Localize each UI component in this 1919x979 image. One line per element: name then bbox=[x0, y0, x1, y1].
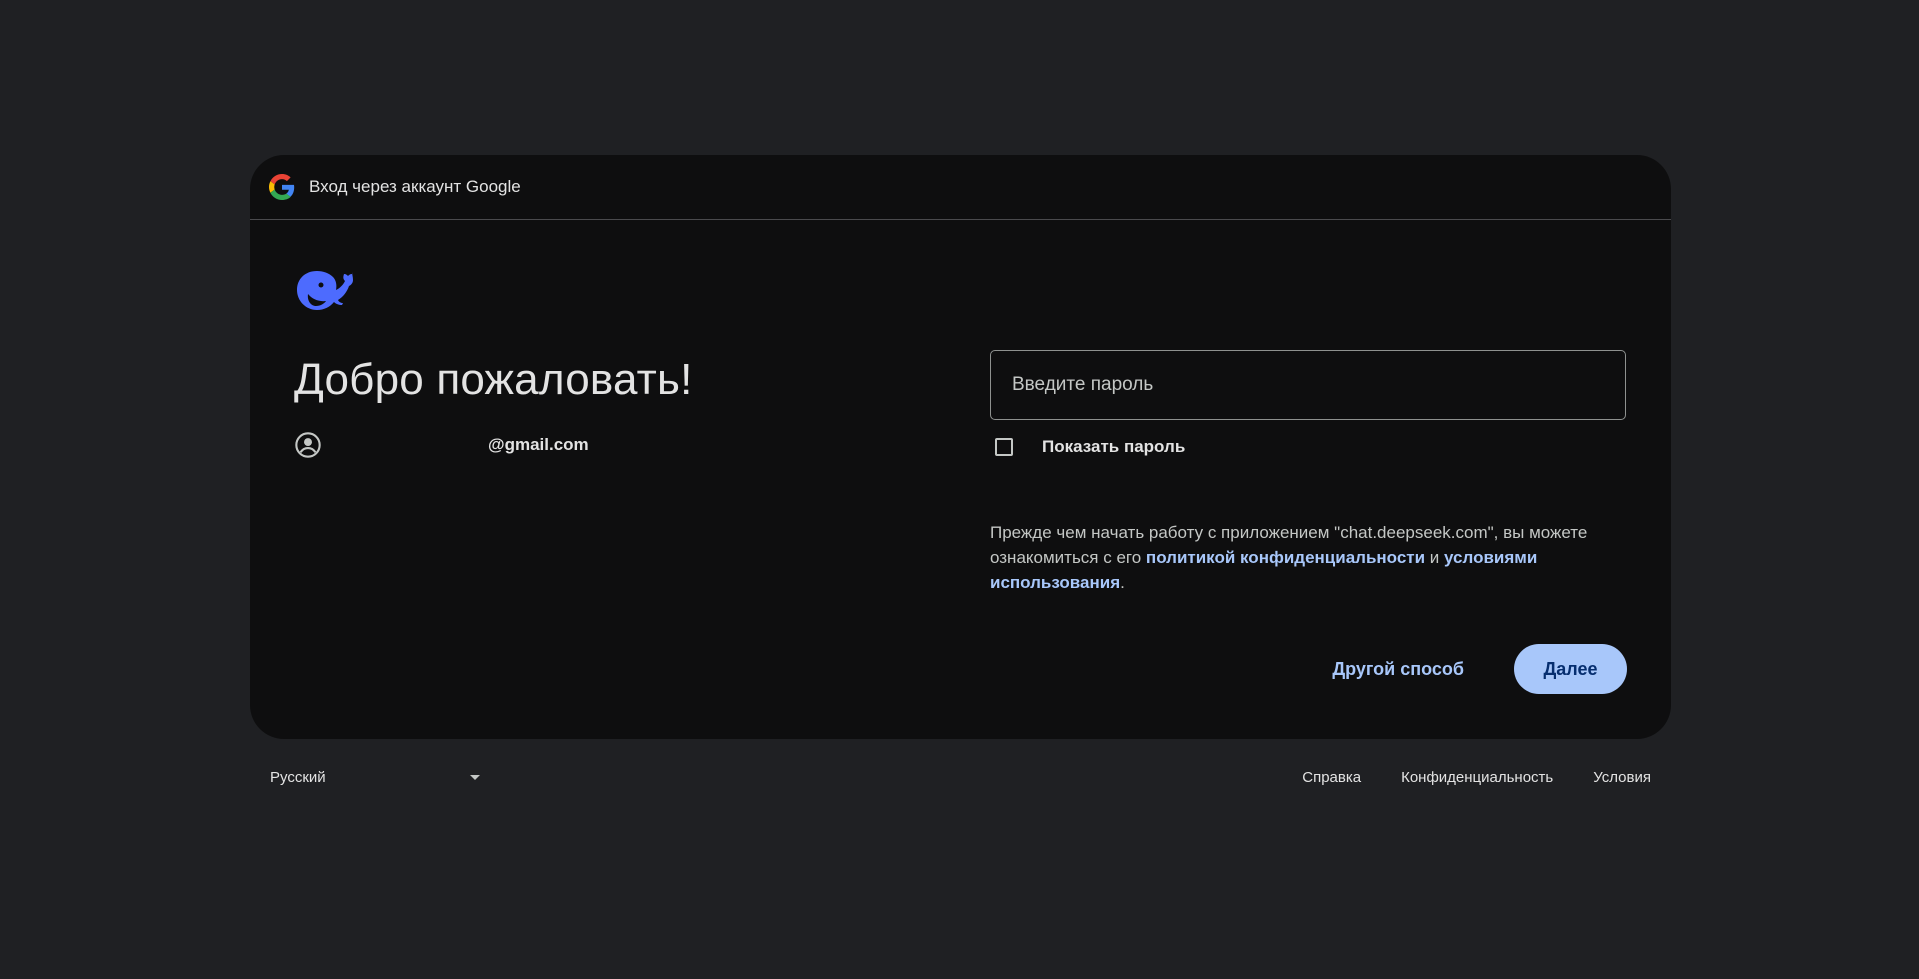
account-circle-icon bbox=[295, 432, 321, 458]
signin-card: Вход через аккаунт Google Добро пожалова… bbox=[250, 155, 1671, 739]
password-input[interactable] bbox=[1010, 373, 1606, 397]
header-title: Вход через аккаунт Google bbox=[309, 177, 521, 196]
caret-down-icon bbox=[470, 775, 480, 780]
consent-conjunction: и bbox=[1425, 548, 1445, 567]
language-select[interactable]: Русский bbox=[270, 769, 480, 786]
welcome-heading: Добро пожаловать! bbox=[294, 355, 693, 404]
footer: Русский Справка Конфиденциальность Услов… bbox=[250, 765, 1671, 791]
deepseek-whale-icon bbox=[297, 271, 353, 310]
consent-suffix: . bbox=[1120, 573, 1125, 592]
footer-link-terms[interactable]: Условия bbox=[1593, 769, 1651, 786]
next-button[interactable]: Далее bbox=[1514, 644, 1627, 694]
account-email: @gmail.com bbox=[488, 435, 589, 454]
show-password-row[interactable]: Показать пароль bbox=[990, 434, 1626, 460]
footer-link-help[interactable]: Справка bbox=[1302, 769, 1361, 786]
consent-text: Прежде чем начать работу с приложением "… bbox=[990, 520, 1626, 595]
show-password-checkbox[interactable] bbox=[995, 438, 1013, 456]
language-label: Русский bbox=[270, 769, 326, 786]
show-password-label[interactable]: Показать пароль bbox=[1042, 437, 1185, 457]
card-header: Вход через аккаунт Google bbox=[250, 155, 1671, 220]
footer-link-privacy[interactable]: Конфиденциальность bbox=[1401, 769, 1553, 786]
password-field[interactable] bbox=[990, 350, 1626, 420]
welcome-section: Добро пожаловать! @gmail.com bbox=[294, 268, 934, 459]
google-g-icon bbox=[269, 174, 295, 200]
privacy-policy-link[interactable]: политикой конфиденциальности bbox=[1146, 548, 1425, 567]
password-section: Показать пароль Прежде чем начать работу… bbox=[990, 350, 1626, 595]
footer-links: Справка Конфиденциальность Условия bbox=[1262, 769, 1651, 786]
actions-row: Другой способ Далее bbox=[1316, 644, 1627, 694]
other-way-button[interactable]: Другой способ bbox=[1316, 647, 1480, 692]
account-chip[interactable]: @gmail.com bbox=[294, 431, 934, 459]
